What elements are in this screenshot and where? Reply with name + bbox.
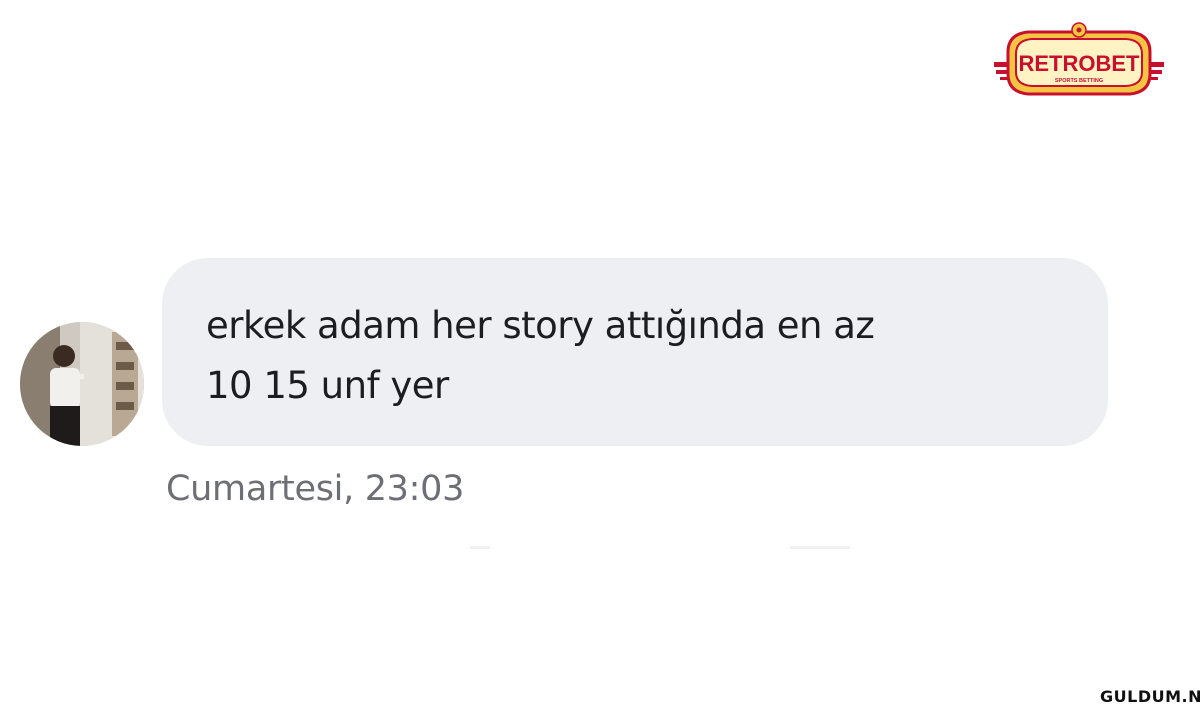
scan-artifact (790, 546, 850, 549)
retrobet-logo-graphic: RETROBET SPORTS BETTING (994, 22, 1164, 96)
brand-tagline: SPORTS BETTING (1055, 78, 1103, 84)
screenshot-canvas: RETROBET SPORTS BETTING erkek adam her s… (0, 0, 1200, 710)
sender-avatar[interactable] (20, 322, 144, 446)
brand-name: RETROBET (1019, 51, 1141, 76)
profile-photo-icon (20, 322, 144, 446)
scan-artifact (470, 546, 490, 549)
message-timestamp: Cumartesi, 23:03 (166, 469, 465, 509)
message-bubble[interactable]: erkek adam her story attığında en az 10 … (162, 258, 1108, 446)
message-text: erkek adam her story attığında en az 10 … (206, 304, 875, 407)
site-watermark: GULDUM.NET (1096, 686, 1200, 708)
retrobet-logo: RETROBET SPORTS BETTING (994, 22, 1164, 100)
